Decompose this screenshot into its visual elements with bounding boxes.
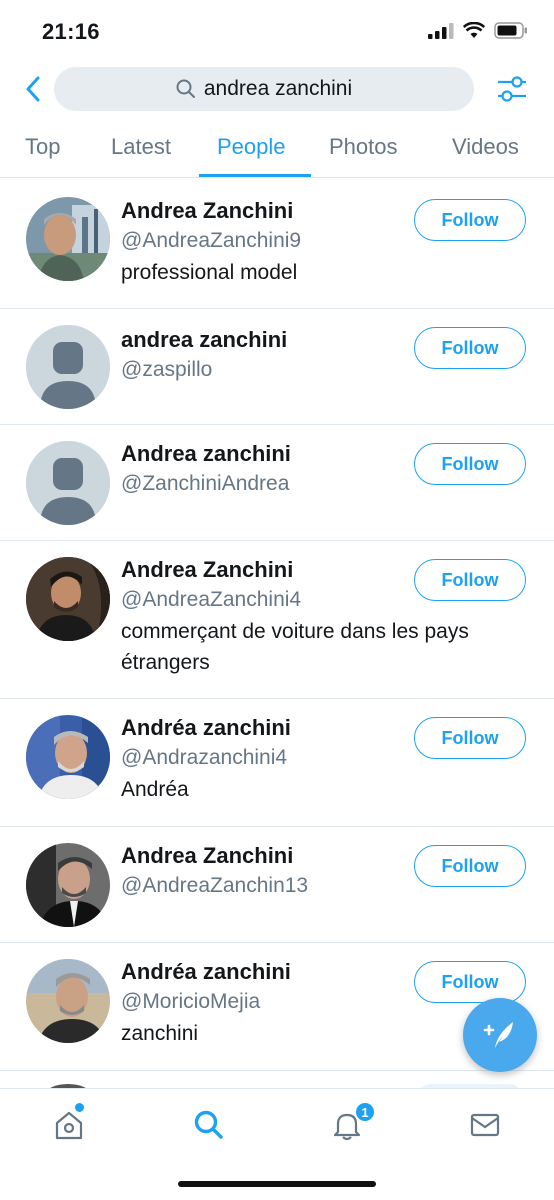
compose-tweet-button[interactable] (463, 998, 537, 1072)
compose-feather-icon (483, 1022, 513, 1048)
nav-home[interactable] (49, 1105, 89, 1145)
search-icon (194, 1110, 223, 1139)
list-item[interactable]: Andrea Zanchini @AndreaZanchin13 Follow (0, 827, 554, 943)
sliders-icon (498, 76, 526, 102)
tab-people[interactable]: People (217, 134, 286, 160)
avatar[interactable] (26, 557, 110, 641)
home-indicator[interactable] (178, 1181, 376, 1187)
nav-messages[interactable] (465, 1105, 505, 1145)
follow-button[interactable]: Follow (414, 845, 526, 887)
people-results-list: Andrea Zanchini @AndreaZanchini9 profess… (0, 180, 554, 1071)
avatar[interactable] (26, 843, 110, 927)
user-bio: zanchini (121, 1022, 199, 1045)
tab-latest[interactable]: Latest (111, 134, 171, 160)
list-item-partial (0, 1072, 554, 1088)
notification-badge: 1 (354, 1101, 376, 1123)
list-item[interactable]: Andrea zanchini @ZanchiniAndrea Follow (0, 425, 554, 541)
search-tabs: Top Latest People Photos Videos (0, 122, 554, 178)
home-icon (55, 1111, 83, 1140)
search-query: andrea zanchini (203, 77, 353, 100)
active-tab-indicator (199, 174, 311, 177)
avatar[interactable] (26, 441, 110, 525)
home-new-indicator (75, 1103, 84, 1112)
avatar[interactable] (26, 715, 110, 799)
battery-icon (494, 22, 527, 39)
follow-button[interactable]: Follow (414, 717, 526, 759)
avatar[interactable] (26, 325, 110, 409)
status-time: 21:16 (42, 19, 100, 44)
search-header: andrea zanchini (0, 64, 554, 116)
list-item[interactable]: andrea zanchini @zaspillo Follow (0, 309, 554, 425)
list-item[interactable]: Andréa zanchini @Andrazanchini4 Andréa F… (0, 699, 554, 827)
tab-videos[interactable]: Videos (452, 134, 519, 160)
default-avatar-icon (26, 325, 110, 409)
search-icon (176, 79, 195, 98)
search-input[interactable]: andrea zanchini (54, 67, 474, 111)
avatar[interactable] (26, 959, 110, 1043)
back-button[interactable] (18, 74, 48, 104)
follow-button[interactable]: Follow (414, 199, 526, 241)
tab-photos[interactable]: Photos (329, 134, 398, 160)
user-bio: commerçant de voiture dans les pays étra… (121, 620, 469, 674)
follow-button[interactable]: Follow (414, 443, 526, 485)
signal-icon (428, 22, 454, 39)
status-icons (428, 22, 528, 39)
tab-top[interactable]: Top (25, 134, 60, 160)
user-bio: professional model (121, 261, 298, 284)
follow-button[interactable]: Follow (414, 327, 526, 369)
list-item[interactable]: Andrea Zanchini @AndreaZanchini4 commerç… (0, 541, 554, 699)
follow-button[interactable]: Follow (414, 559, 526, 601)
chevron-left-icon (26, 76, 40, 102)
avatar[interactable] (26, 197, 110, 281)
user-bio: Andréa (121, 778, 189, 801)
list-item[interactable]: Andrea Zanchini @AndreaZanchini9 profess… (0, 180, 554, 309)
wifi-icon (463, 22, 485, 38)
mail-icon (470, 1113, 500, 1137)
nav-search[interactable] (189, 1105, 229, 1145)
default-avatar-icon (26, 441, 110, 525)
follow-button[interactable]: Follow (414, 961, 526, 1003)
filter-button[interactable] (496, 73, 528, 105)
status-bar: 21:16 (0, 0, 554, 64)
